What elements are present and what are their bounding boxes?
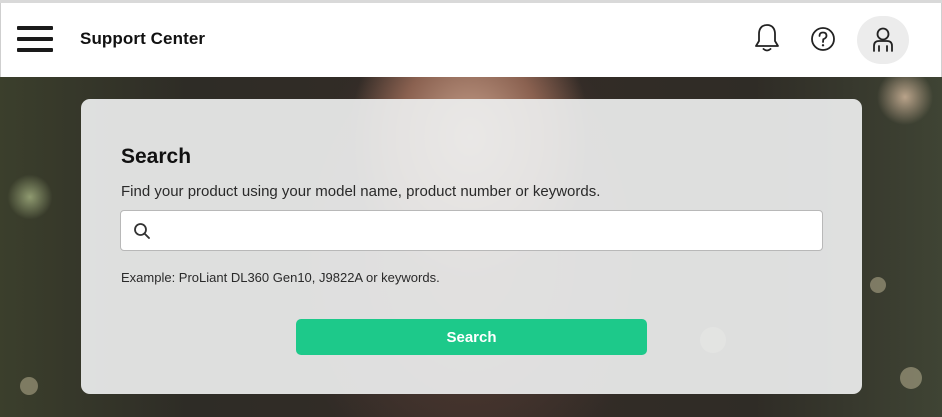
bokeh-light: [900, 367, 922, 389]
menu-bar: [17, 26, 53, 30]
app-header: Support Center: [0, 3, 942, 77]
search-input[interactable]: [161, 211, 816, 250]
search-description: Find your product using your model name,…: [121, 183, 601, 200]
bokeh-light: [870, 277, 886, 293]
user-icon[interactable]: [857, 16, 909, 64]
search-icon: [134, 223, 150, 239]
search-title: Search: [121, 145, 192, 168]
hamburger-menu-icon[interactable]: [17, 26, 53, 52]
app-title: Support Center: [80, 29, 206, 48]
help-icon[interactable]: [807, 23, 839, 55]
bokeh-light: [20, 377, 38, 395]
search-button[interactable]: Search: [296, 319, 647, 355]
search-card: Search Find your product using your mode…: [81, 99, 862, 394]
bell-icon[interactable]: [751, 20, 783, 56]
search-field[interactable]: [120, 210, 823, 251]
menu-bar: [17, 37, 53, 41]
search-example-hint: Example: ProLiant DL360 Gen10, J9822A or…: [121, 270, 440, 285]
menu-bar: [17, 48, 53, 52]
